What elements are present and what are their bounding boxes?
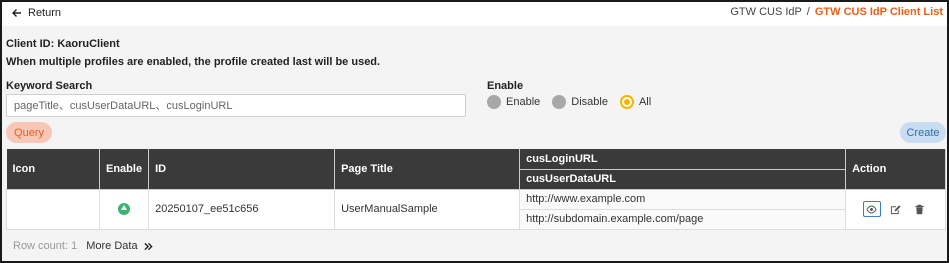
client-id-text: Client ID: KaoruClient <box>6 38 120 50</box>
client-table: Icon Enable ID Page Title cusLoginURL Ac… <box>6 149 946 230</box>
return-button[interactable]: Return <box>12 7 61 19</box>
cell-enable <box>98 189 150 230</box>
more-data-button[interactable]: More Data <box>86 240 153 252</box>
cell-page-title: UserManualSample <box>334 189 521 230</box>
enabled-status-icon <box>118 203 131 216</box>
enable-filter-label: Enable <box>487 80 524 92</box>
radio-disable[interactable]: Disable <box>552 95 608 109</box>
view-button[interactable] <box>862 201 881 217</box>
table-footer: Row count: 1 More Data <box>13 240 153 252</box>
cell-id: 20250107_ee51c656 <box>148 189 336 230</box>
keyword-search-input[interactable] <box>6 94 466 117</box>
radio-disable-label: Disable <box>571 96 608 108</box>
top-bar: Return GTW CUS IdP / GTW CUS IdP Client … <box>2 2 947 26</box>
keyword-search-label: Keyword Search <box>6 80 93 92</box>
radio-disable-dot <box>552 95 567 109</box>
enable-radio-group: Enable Disable All <box>487 95 663 109</box>
row-count: Row count: 1 <box>13 240 78 252</box>
radio-all-label: All <box>638 96 652 108</box>
query-button[interactable]: Query <box>6 122 52 143</box>
radio-all-dot <box>619 95 634 109</box>
return-label: Return <box>28 7 62 19</box>
cell-icon <box>6 189 100 230</box>
col-header-page-title: Page Title <box>334 149 521 190</box>
col-header-id: ID <box>148 149 336 190</box>
edit-button[interactable] <box>887 201 905 217</box>
main-content: Client ID: KaoruClient When multiple pro… <box>2 26 947 261</box>
col-header-login-url: cusLoginURL <box>519 149 847 170</box>
radio-enable-dot <box>487 95 501 109</box>
double-chevron-right-icon <box>143 242 153 250</box>
col-header-enable: Enable <box>99 149 150 190</box>
app-frame: Return GTW CUS IdP / GTW CUS IdP Client … <box>0 0 949 263</box>
cell-login-url: http://www.example.com <box>519 189 847 210</box>
eye-icon <box>866 205 877 213</box>
more-data-label: More Data <box>86 240 138 252</box>
delete-button[interactable] <box>911 201 929 217</box>
col-header-user-data-url: cusUserDataURL <box>519 169 847 190</box>
col-header-action: Action <box>845 149 946 190</box>
col-header-icon: Icon <box>6 149 100 190</box>
radio-all[interactable]: All <box>619 95 652 109</box>
breadcrumb-current: GTW CUS IdP Client List <box>814 6 943 18</box>
radio-enable-label: Enable <box>506 96 541 108</box>
breadcrumb-separator: / <box>806 6 810 18</box>
arrow-left-icon <box>12 9 21 17</box>
cell-actions <box>845 189 946 230</box>
breadcrumb-parent[interactable]: GTW CUS IdP <box>730 6 801 18</box>
breadcrumb: GTW CUS IdP / GTW CUS IdP Client List <box>730 6 943 18</box>
radio-enable[interactable]: Enable <box>487 95 540 109</box>
cell-user-data-url: http://subdomain.example.com/page <box>519 209 847 230</box>
profile-note: When multiple profiles are enabled, the … <box>6 56 381 68</box>
trash-icon <box>915 204 924 214</box>
row-actions <box>852 201 939 217</box>
create-button[interactable]: Create <box>900 122 946 143</box>
table-row: 20250107_ee51c656 UserManualSample http:… <box>6 189 946 230</box>
edit-icon <box>890 204 901 214</box>
